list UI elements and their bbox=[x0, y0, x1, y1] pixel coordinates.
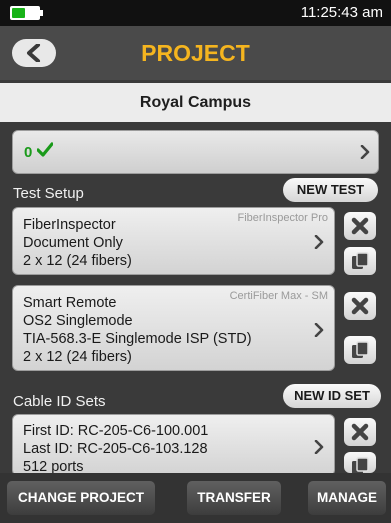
card-line: Last ID: RC-205-C6-103.128 bbox=[23, 441, 208, 457]
copy-icon bbox=[352, 341, 369, 358]
header: PROJECT bbox=[0, 26, 391, 80]
battery-tip bbox=[40, 10, 43, 16]
card-line: 2 x 12 (24 fibers) bbox=[23, 253, 132, 269]
test-setup-label: Test Setup bbox=[13, 185, 84, 202]
transfer-button[interactable]: TRANSFER bbox=[187, 481, 281, 515]
card-line: TIA-568.3-E Singlemode ISP (STD) bbox=[23, 331, 252, 347]
bottom-toolbar: CHANGE PROJECT TRANSFER MANAGE bbox=[0, 473, 391, 523]
instrument-tag: FiberInspector Pro bbox=[237, 212, 328, 224]
chevron-right-icon bbox=[314, 323, 324, 337]
copy-button[interactable] bbox=[344, 247, 376, 275]
project-name: Royal Campus bbox=[0, 83, 391, 122]
check-icon bbox=[37, 142, 53, 157]
cable-id-set-card[interactable]: First ID: RC-205-C6-100.001 Last ID: RC-… bbox=[12, 414, 335, 476]
copy-icon bbox=[352, 252, 369, 269]
results-summary-card[interactable]: 0 bbox=[12, 130, 379, 174]
card-line: Document Only bbox=[23, 235, 123, 251]
delete-button[interactable] bbox=[344, 292, 376, 320]
copy-button[interactable] bbox=[344, 336, 376, 364]
delete-button[interactable] bbox=[344, 418, 376, 446]
new-test-button[interactable]: NEW TEST bbox=[283, 178, 378, 202]
clock: 11:25:43 am bbox=[300, 4, 383, 21]
pass-count: 0 bbox=[24, 144, 33, 161]
card-line: Smart Remote bbox=[23, 295, 117, 311]
cable-id-sets-label: Cable ID Sets bbox=[13, 393, 106, 410]
battery-level bbox=[12, 8, 25, 18]
close-icon bbox=[351, 297, 369, 315]
card-line: First ID: RC-205-C6-100.001 bbox=[23, 423, 209, 439]
test-setup-card[interactable]: FiberInspector Pro FiberInspector Docume… bbox=[12, 207, 335, 275]
copy-button[interactable] bbox=[344, 452, 376, 474]
test-setup-card[interactable]: CertiFiber Max - SM Smart Remote OS2 Sin… bbox=[12, 285, 335, 371]
manage-button[interactable]: MANAGE bbox=[308, 481, 386, 515]
card-line: FiberInspector bbox=[23, 217, 116, 233]
change-project-button[interactable]: CHANGE PROJECT bbox=[7, 481, 155, 515]
card-line: OS2 Singlemode bbox=[23, 313, 133, 329]
page-title: PROJECT bbox=[141, 40, 250, 66]
battery-icon bbox=[10, 6, 40, 20]
close-icon bbox=[351, 423, 369, 441]
chevron-right-icon bbox=[360, 145, 370, 159]
chevron-right-icon bbox=[314, 440, 324, 454]
close-icon bbox=[351, 217, 369, 235]
card-line: 2 x 12 (24 fibers) bbox=[23, 349, 132, 365]
instrument-tag: CertiFiber Max - SM bbox=[229, 290, 328, 302]
status-bar: 11:25:43 am bbox=[0, 0, 391, 26]
chevron-right-icon bbox=[314, 235, 324, 249]
delete-button[interactable] bbox=[344, 212, 376, 240]
new-id-set-button[interactable]: NEW ID SET bbox=[283, 384, 381, 408]
